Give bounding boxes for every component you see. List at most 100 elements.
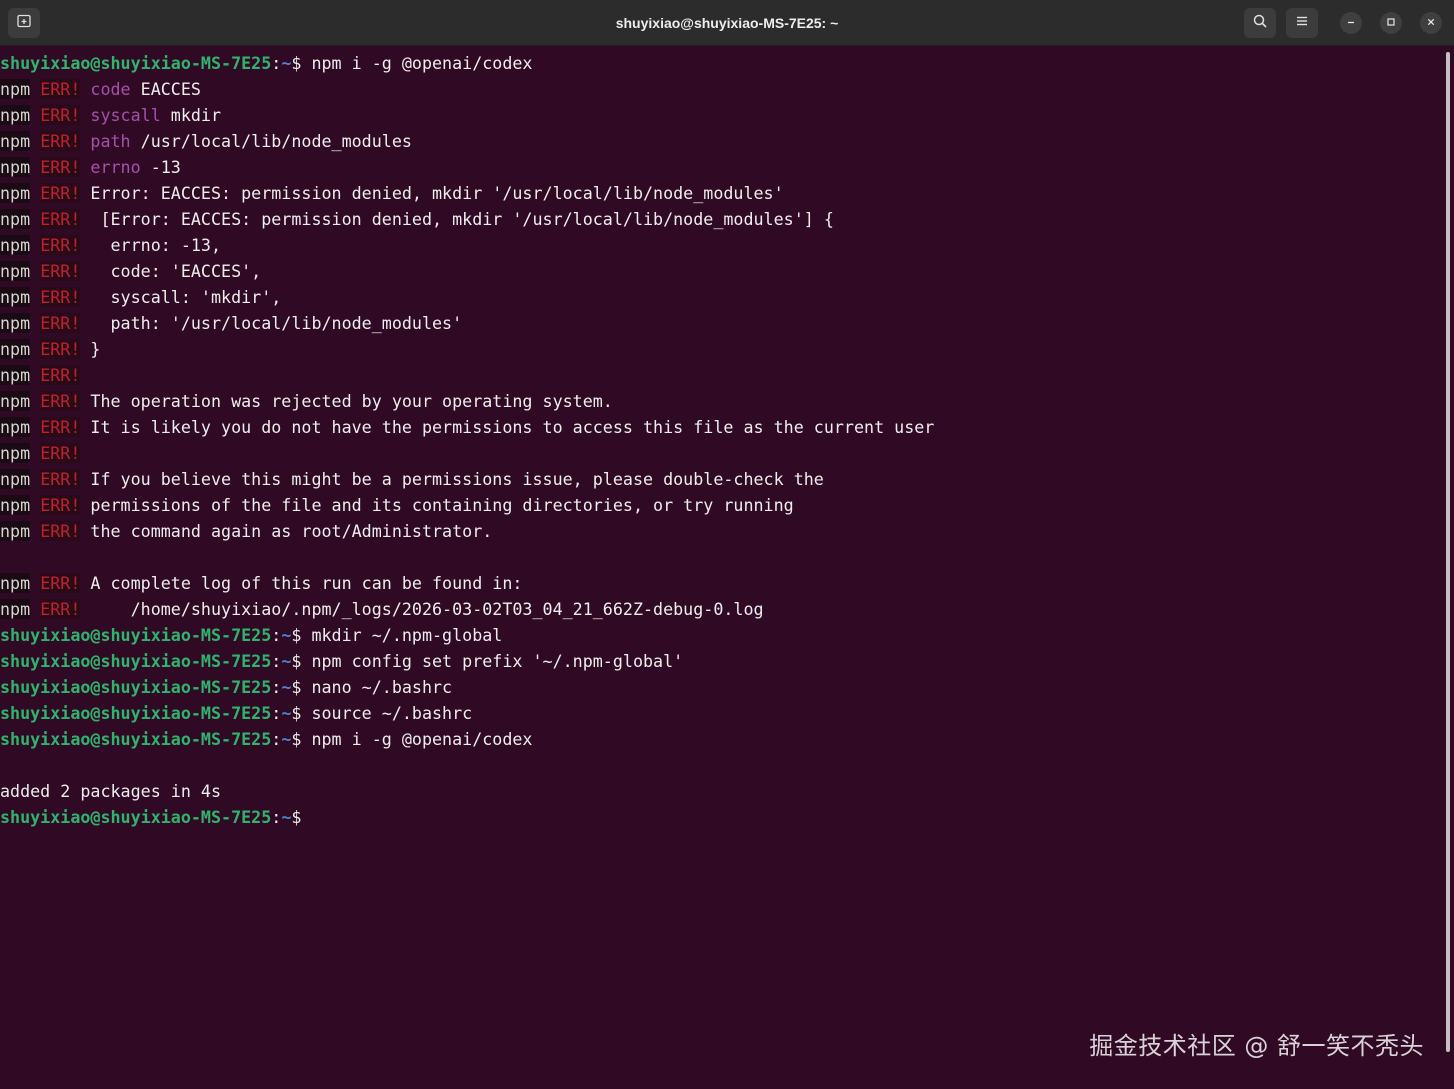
prompt-user: shuyixiao@shuyixiao-MS-7E25 [0,53,272,73]
npm-prefix: npm [0,183,31,203]
terminal-line: npm ERR! syscall: 'mkdir', [0,284,1440,310]
error-key: errno [90,157,141,177]
error-text: errno: -13, [90,235,222,255]
watermark: 掘金技术社区 @ 舒一笑不秃头 [1089,1032,1424,1060]
terminal-line: npm ERR! /home/shuyixiao/.npm/_logs/2026… [0,596,1440,622]
err-tag: ERR! [40,131,81,151]
prompt-user: shuyixiao@shuyixiao-MS-7E25 [0,703,272,723]
npm-prefix: npm [0,339,31,359]
terminal-line: npm ERR! the command again as root/Admin… [0,518,1440,544]
err-tag: ERR! [40,183,81,203]
terminal-line: shuyixiao@shuyixiao-MS-7E25:~$ npm i -g … [0,726,1440,752]
terminal-line: added 2 packages in 4s [0,778,1440,804]
close-button[interactable] [1420,12,1442,34]
prompt-symbol: $ [291,703,302,723]
err-tag: ERR! [40,417,81,437]
terminal-line: npm ERR! permissions of the file and its… [0,492,1440,518]
terminal-line: shuyixiao@shuyixiao-MS-7E25:~$ npm confi… [0,648,1440,674]
terminal-line: npm ERR! It is likely you do not have th… [0,414,1440,440]
error-text: /home/shuyixiao/.npm/_logs/2026-03-02T03… [90,599,764,619]
error-text: Error: EACCES: permission denied, mkdir … [90,183,784,203]
title-bar: shuyixiao@shuyixiao-MS-7E25: ~ [0,0,1454,46]
terminal-line: npm ERR! syscall mkdir [0,102,1440,128]
err-tag: ERR! [40,313,81,333]
err-tag: ERR! [40,339,81,359]
terminal-line: npm ERR! A complete log of this run can … [0,570,1440,596]
error-text: syscall: 'mkdir', [90,287,282,307]
minimize-button[interactable] [1340,12,1362,34]
prompt-path: ~ [281,729,292,749]
error-text: path: '/usr/local/lib/node_modules' [90,313,463,333]
err-tag: ERR! [40,495,81,515]
terminal-line: npm ERR! Error: EACCES: permission denie… [0,180,1440,206]
hamburger-menu-icon [1295,14,1309,33]
error-text: /usr/local/lib/node_modules [130,131,412,151]
terminal-window: shuyixiao@shuyixiao-MS-7E25: ~ shuyixiao… [0,0,1454,1089]
minimize-icon [1346,14,1356,32]
close-icon [1426,14,1436,32]
scrollbar[interactable] [1446,52,1450,1052]
npm-prefix: npm [0,287,31,307]
prompt-separator: : [271,53,282,73]
error-text: -13 [140,157,181,177]
prompt-user: shuyixiao@shuyixiao-MS-7E25 [0,625,272,645]
menu-button[interactable] [1286,8,1318,38]
err-tag: ERR! [40,261,81,281]
terminal-line: shuyixiao@shuyixiao-MS-7E25:~$ source ~/… [0,700,1440,726]
error-key: code [90,79,131,99]
err-tag: ERR! [40,157,81,177]
prompt-separator: : [271,703,282,723]
npm-prefix: npm [0,391,31,411]
error-text: The operation was rejected by your opera… [90,391,613,411]
prompt-separator: : [271,807,282,827]
npm-prefix: npm [0,469,31,489]
prompt-separator: : [271,651,282,671]
prompt-path: ~ [281,807,292,827]
npm-prefix: npm [0,79,31,99]
npm-prefix: npm [0,417,31,437]
terminal-line: npm ERR! path: '/usr/local/lib/node_modu… [0,310,1440,336]
error-text: If you believe this might be a permissio… [90,469,824,489]
prompt-user: shuyixiao@shuyixiao-MS-7E25 [0,807,272,827]
prompt-symbol: $ [291,625,302,645]
command-text: npm config set prefix '~/.npm-global' [301,651,684,671]
npm-prefix: npm [0,261,31,281]
terminal-line: npm ERR! code: 'EACCES', [0,258,1440,284]
npm-prefix: npm [0,365,31,385]
command-text: mkdir ~/.npm-global [301,625,503,645]
error-text: mkdir [160,105,222,125]
err-tag: ERR! [40,79,81,99]
error-text: EACCES [130,79,201,99]
err-tag: ERR! [40,573,81,593]
error-text: It is likely you do not have the permiss… [90,417,935,437]
error-text: permissions of the file and its containi… [90,495,794,515]
npm-prefix: npm [0,131,31,151]
npm-prefix: npm [0,235,31,255]
err-tag: ERR! [40,443,81,463]
maximize-button[interactable] [1380,12,1402,34]
err-tag: ERR! [40,209,81,229]
command-text: npm i -g @openai/codex [301,53,533,73]
prompt-symbol: $ [291,677,302,697]
output-text: added 2 packages in 4s [0,781,222,801]
terminal-line: npm ERR! The operation was rejected by y… [0,388,1440,414]
err-tag: ERR! [40,235,81,255]
error-text: } [90,339,101,359]
terminal-line: npm ERR! If you believe this might be a … [0,466,1440,492]
err-tag: ERR! [40,391,81,411]
prompt-symbol: $ [291,729,302,749]
npm-prefix: npm [0,105,31,125]
prompt-symbol: $ [291,807,302,827]
prompt-symbol: $ [291,651,302,671]
terminal-line: shuyixiao@shuyixiao-MS-7E25:~$ nano ~/.b… [0,674,1440,700]
terminal-output[interactable]: shuyixiao@shuyixiao-MS-7E25:~$ npm i -g … [0,50,1440,1089]
search-icon [1252,13,1268,34]
search-button[interactable] [1244,8,1276,38]
npm-prefix: npm [0,573,31,593]
error-key: path [90,131,131,151]
terminal-line: npm ERR! code EACCES [0,76,1440,102]
npm-prefix: npm [0,495,31,515]
npm-prefix: npm [0,443,31,463]
prompt-path: ~ [281,703,292,723]
